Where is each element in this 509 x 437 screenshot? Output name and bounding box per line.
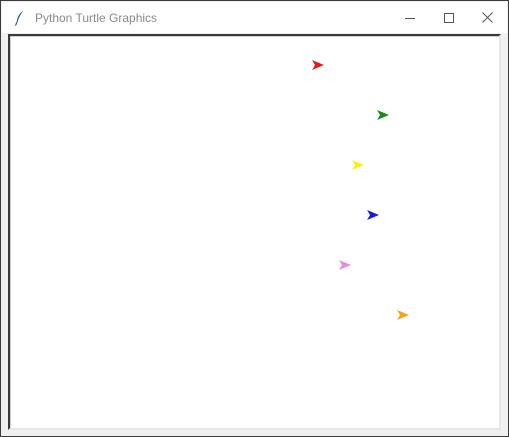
turtle-arrow-icon [312, 60, 324, 70]
close-icon [482, 12, 493, 23]
feather-icon [13, 9, 27, 27]
turtle-arrow-icon [339, 260, 351, 270]
canvas-area [10, 36, 499, 428]
turtle-arrow-icon [377, 110, 389, 120]
turtle-violet [339, 260, 351, 270]
maximize-icon [443, 12, 454, 23]
turtle-orange [397, 310, 409, 320]
minimize-button[interactable] [390, 2, 429, 33]
turtle-window: Python Turtle Graphics [0, 0, 509, 437]
title-bar[interactable]: Python Turtle Graphics [2, 2, 507, 33]
turtle-arrow-icon [352, 160, 364, 170]
turtle-red [312, 60, 324, 70]
turtle-arrow-icon [367, 210, 379, 220]
window-title: Python Turtle Graphics [35, 10, 158, 25]
minimize-icon [404, 17, 415, 19]
turtle-canvas[interactable] [8, 34, 501, 430]
turtle-yellow [352, 160, 364, 170]
turtle-arrow-icon [397, 310, 409, 320]
turtle-green [377, 110, 389, 120]
window-controls [390, 2, 507, 33]
maximize-button[interactable] [429, 2, 468, 33]
close-button[interactable] [468, 2, 507, 33]
turtle-blue [367, 210, 379, 220]
